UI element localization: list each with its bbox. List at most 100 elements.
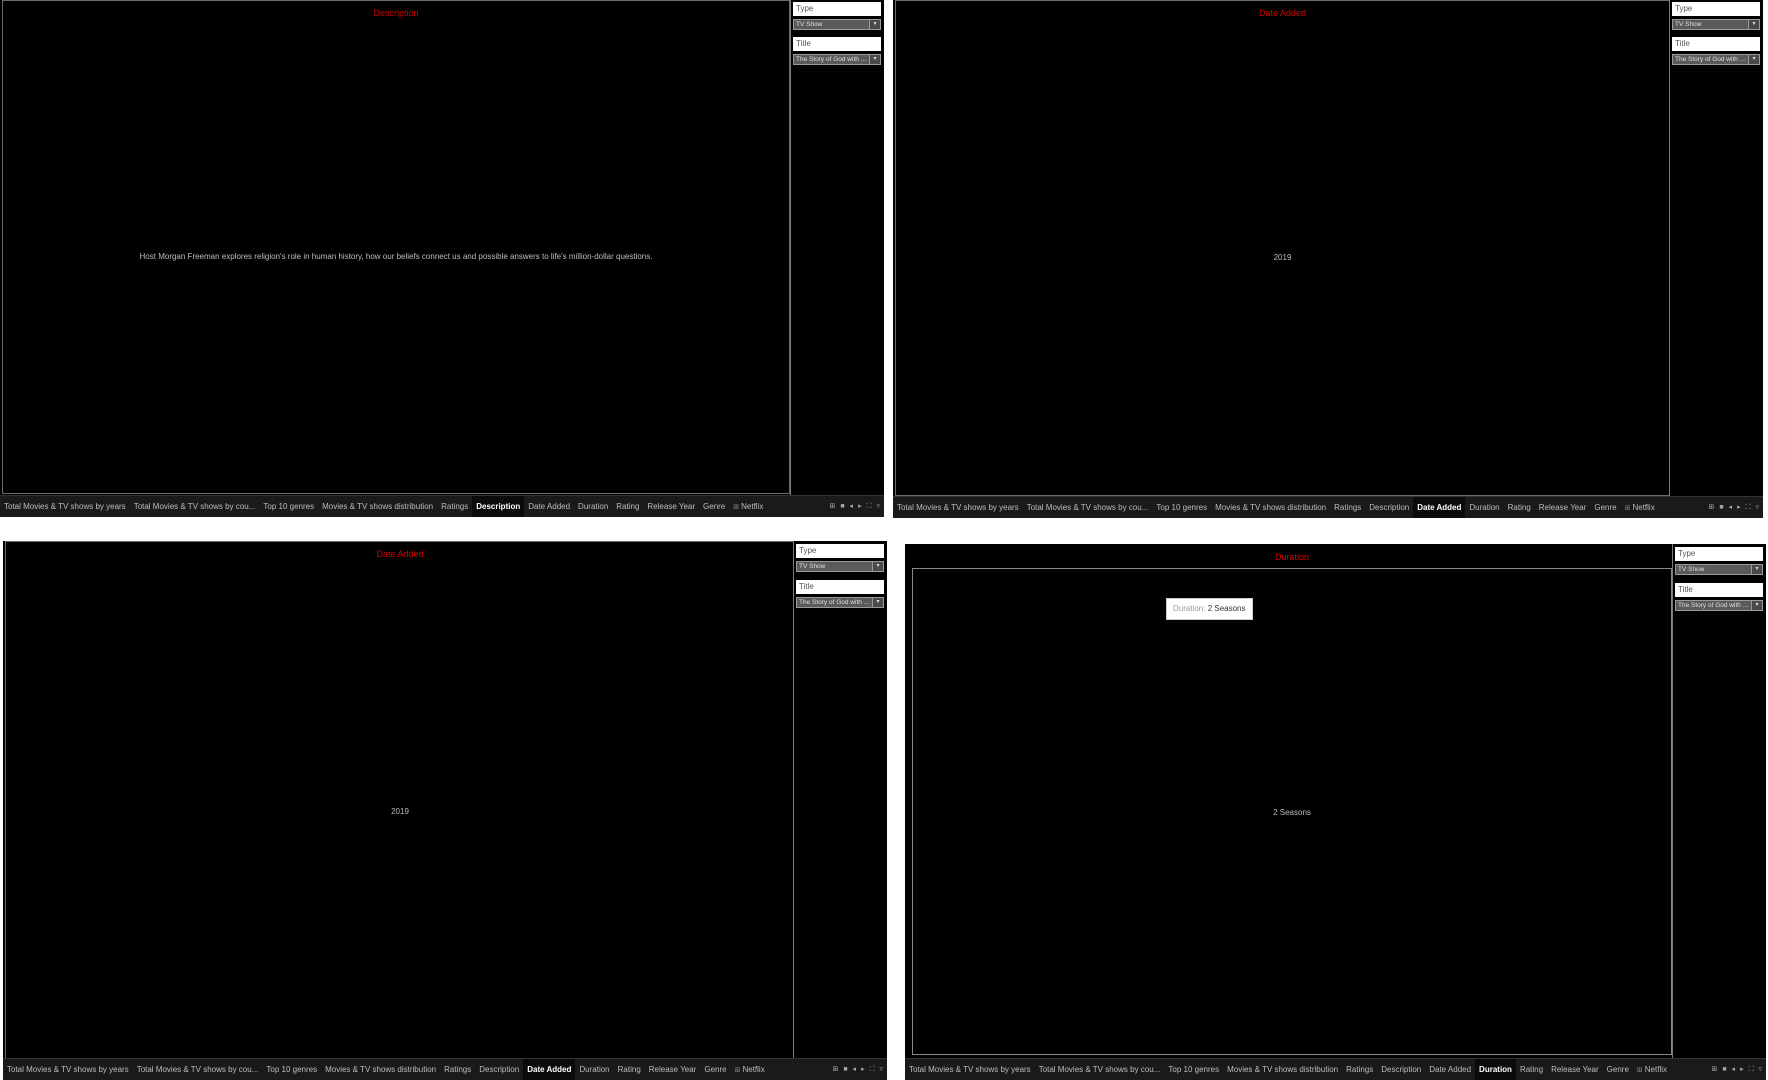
tab-movies-tv-shows-distribution[interactable]: Movies & TV shows distribution [1223, 1059, 1342, 1080]
chevron-down-icon[interactable]: ▾ [872, 562, 883, 571]
type-dropdown[interactable]: TV Show ▾ [796, 561, 884, 572]
tab-rating[interactable]: Rating [612, 496, 643, 517]
tab-top-10-genres[interactable]: Top 10 genres [262, 1059, 321, 1080]
filmstrip-icon[interactable]: ■ [1719, 504, 1723, 511]
tab-rating[interactable]: Rating [1504, 497, 1535, 518]
tab-top-10-genres[interactable]: Top 10 genres [1152, 497, 1211, 518]
chevron-down-icon[interactable]: ▾ [1748, 20, 1759, 29]
tab-description[interactable]: Description [1377, 1059, 1425, 1080]
tab-total-movies-tv-shows-by-years[interactable]: Total Movies & TV shows by years [905, 1059, 1035, 1080]
tab-release-year[interactable]: Release Year [645, 1059, 701, 1080]
tab-label: Description [1369, 503, 1410, 512]
chevron-down-icon[interactable]: ▾ [869, 20, 880, 29]
tab-duration[interactable]: Duration [574, 496, 612, 517]
tab-label: Rating [1519, 1065, 1544, 1074]
tab-release-year[interactable]: Release Year [1535, 497, 1591, 518]
tab-date-added[interactable]: Date Added [1413, 497, 1466, 518]
tab-movies-tv-shows-distribution[interactable]: Movies & TV shows distribution [321, 1059, 440, 1080]
tab-ratings[interactable]: Ratings [1342, 1059, 1377, 1080]
comment-icon[interactable]: ▿ [879, 1066, 883, 1073]
tab-label: Ratings [444, 1065, 472, 1074]
grid-view-icon[interactable]: ⊞ [1711, 1066, 1717, 1073]
tab-release-year[interactable]: Release Year [643, 496, 699, 517]
sheet-nav-controls: ⊞ ■ ◂ ▸ ⛶ ▿ [827, 1059, 883, 1080]
title-dropdown[interactable]: The Story of God with M... ▾ [1675, 600, 1763, 611]
tab-total-movies-tv-shows-by-cou[interactable]: Total Movies & TV shows by cou... [1023, 497, 1153, 518]
chevron-down-icon[interactable]: ▾ [1748, 55, 1759, 64]
tab-netflix[interactable]: ⊞ Netflix [731, 1059, 769, 1080]
tab-rating[interactable]: Rating [1516, 1059, 1547, 1080]
tab-total-movies-tv-shows-by-cou[interactable]: Total Movies & TV shows by cou... [133, 1059, 263, 1080]
filmstrip-icon[interactable]: ■ [843, 1066, 847, 1073]
tab-release-year[interactable]: Release Year [1547, 1059, 1603, 1080]
dropdown-value: TV Show [799, 563, 826, 570]
prev-icon[interactable]: ◂ [1732, 1066, 1736, 1073]
filter-label: Title [1675, 583, 1763, 597]
tab-label: Top 10 genres [1156, 503, 1208, 512]
dashboard-icon: ⊞ [1636, 1067, 1643, 1074]
chevron-down-icon[interactable]: ▾ [1751, 601, 1762, 610]
tab-genre[interactable]: Genre [1590, 497, 1620, 518]
comment-icon[interactable]: ▿ [1758, 1066, 1762, 1073]
tab-date-added[interactable]: Date Added [1425, 1059, 1475, 1080]
tab-rating[interactable]: Rating [614, 1059, 645, 1080]
grid-view-icon[interactable]: ⊞ [1708, 504, 1714, 511]
grid-view-icon[interactable]: ⊞ [832, 1066, 838, 1073]
tab-ratings[interactable]: Ratings [1330, 497, 1365, 518]
tab-description[interactable]: Description [475, 1059, 523, 1080]
next-icon[interactable]: ▸ [1740, 1066, 1744, 1073]
tab-list: Total Movies & TV shows by years Total Mo… [893, 497, 1659, 518]
tab-top-10-genres[interactable]: Top 10 genres [259, 496, 318, 517]
next-icon[interactable]: ▸ [1737, 504, 1741, 511]
tab-genre[interactable]: Genre [699, 496, 729, 517]
filmstrip-icon[interactable]: ■ [1722, 1066, 1726, 1073]
tab-genre[interactable]: Genre [1603, 1059, 1633, 1080]
tab-total-movies-tv-shows-by-cou[interactable]: Total Movies & TV shows by cou... [130, 496, 260, 517]
tab-total-movies-tv-shows-by-years[interactable]: Total Movies & TV shows by years [893, 497, 1023, 518]
tab-total-movies-tv-shows-by-cou[interactable]: Total Movies & TV shows by cou... [1035, 1059, 1165, 1080]
prev-icon[interactable]: ◂ [853, 1066, 857, 1073]
prev-icon[interactable]: ◂ [850, 503, 854, 510]
comment-icon[interactable]: ▿ [1755, 504, 1759, 511]
tab-description[interactable]: Description [472, 496, 525, 517]
tab-total-movies-tv-shows-by-years[interactable]: Total Movies & TV shows by years [3, 1059, 133, 1080]
tab-movies-tv-shows-distribution[interactable]: Movies & TV shows distribution [1211, 497, 1330, 518]
next-icon[interactable]: ▸ [861, 1066, 865, 1073]
tab-date-added[interactable]: Date Added [524, 496, 574, 517]
chevron-down-icon[interactable]: ▾ [872, 598, 883, 607]
next-icon[interactable]: ▸ [858, 503, 862, 510]
tab-netflix[interactable]: ⊞ Netflix [1621, 497, 1659, 518]
type-dropdown[interactable]: TV Show ▾ [1672, 19, 1760, 30]
prev-icon[interactable]: ◂ [1729, 504, 1733, 511]
tab-description[interactable]: Description [1365, 497, 1413, 518]
filmstrip-icon[interactable]: ■ [840, 503, 844, 510]
chevron-down-icon[interactable]: ▾ [869, 55, 880, 64]
tab-date-added[interactable]: Date Added [523, 1059, 576, 1080]
tab-duration[interactable]: Duration [575, 1059, 613, 1080]
title-dropdown[interactable]: The Story of God with M... ▾ [793, 54, 881, 65]
tab-netflix[interactable]: ⊞ Netflix [1633, 1059, 1671, 1080]
fullscreen-icon[interactable]: ⛶ [867, 503, 872, 510]
tab-top-10-genres[interactable]: Top 10 genres [1164, 1059, 1223, 1080]
tab-movies-tv-shows-distribution[interactable]: Movies & TV shows distribution [318, 496, 437, 517]
comment-icon[interactable]: ▿ [876, 503, 880, 510]
tab-list: Total Movies & TV shows by years Total Mo… [905, 1059, 1671, 1080]
title-dropdown[interactable]: The Story of God with M... ▾ [796, 597, 884, 608]
tab-label: Release Year [647, 502, 696, 511]
type-dropdown[interactable]: TV Show ▾ [793, 19, 881, 30]
tab-duration[interactable]: Duration [1475, 1059, 1516, 1080]
tab-ratings[interactable]: Ratings [437, 496, 472, 517]
title-dropdown[interactable]: The Story of God with M... ▾ [1672, 54, 1760, 65]
type-dropdown[interactable]: TV Show ▾ [1675, 564, 1763, 575]
chevron-down-icon[interactable]: ▾ [1751, 565, 1762, 574]
tab-genre[interactable]: Genre [700, 1059, 730, 1080]
fullscreen-icon[interactable]: ⛶ [1749, 1066, 1754, 1073]
tab-duration[interactable]: Duration [1465, 497, 1503, 518]
fullscreen-icon[interactable]: ⛶ [1746, 504, 1751, 511]
fullscreen-icon[interactable]: ⛶ [870, 1066, 875, 1073]
grid-view-icon[interactable]: ⊞ [829, 503, 835, 510]
tab-total-movies-tv-shows-by-years[interactable]: Total Movies & TV shows by years [0, 496, 130, 517]
tab-ratings[interactable]: Ratings [440, 1059, 475, 1080]
tab-netflix[interactable]: ⊞ Netflix [729, 496, 767, 517]
filter-type: Type TV Show ▾ [796, 544, 884, 572]
